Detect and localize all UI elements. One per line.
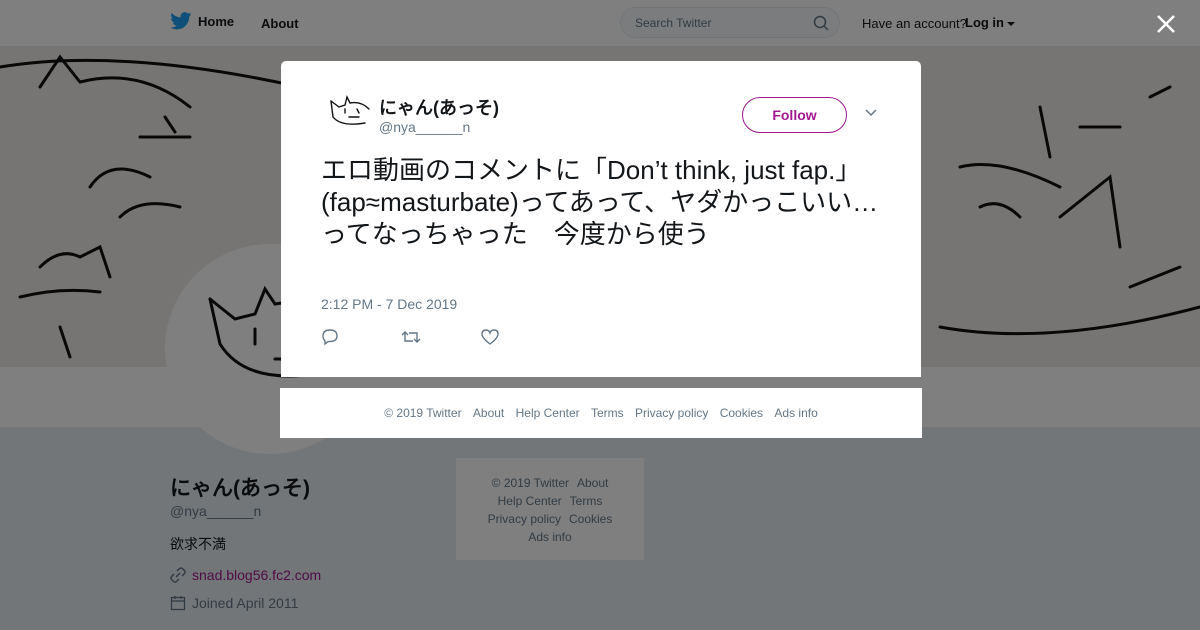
tweet-avatar[interactable] [327,93,373,129]
modal-footer-privacy[interactable]: Privacy policy [635,406,708,420]
retweet-button[interactable] [401,328,481,348]
close-icon[interactable] [1154,12,1178,36]
tweet-text: エロ動画のコメントに「Don’t think, just fap.」(fap≈m… [321,155,879,249]
modal-footer-copyright: © 2019 Twitter [384,406,462,420]
retweet-icon [401,331,421,343]
tweet-modal: にゃん(あっそ) @nya______n Follow エロ動画のコメントに「D… [281,61,921,377]
reply-button[interactable] [321,328,401,348]
modal-footer-about[interactable]: About [473,406,504,420]
chevron-down-icon[interactable] [864,108,878,118]
follow-button[interactable]: Follow [742,97,847,133]
modal-footer-ads[interactable]: Ads info [774,406,817,420]
tweet-author-name[interactable]: にゃん(あっそ) [379,94,499,120]
modal-footer: © 2019 Twitter About Help Center Terms P… [280,388,922,438]
tweet-author-handle[interactable]: @nya______n [379,119,470,135]
modal-footer-help[interactable]: Help Center [516,406,580,420]
modal-footer-terms[interactable]: Terms [591,406,624,420]
tweet-actions [321,328,561,348]
heart-icon [481,329,499,345]
modal-footer-cookies[interactable]: Cookies [720,406,763,420]
tweet-timestamp[interactable]: 2:12 PM - 7 Dec 2019 [321,296,457,312]
like-button[interactable] [481,328,561,348]
reply-icon [322,329,338,346]
